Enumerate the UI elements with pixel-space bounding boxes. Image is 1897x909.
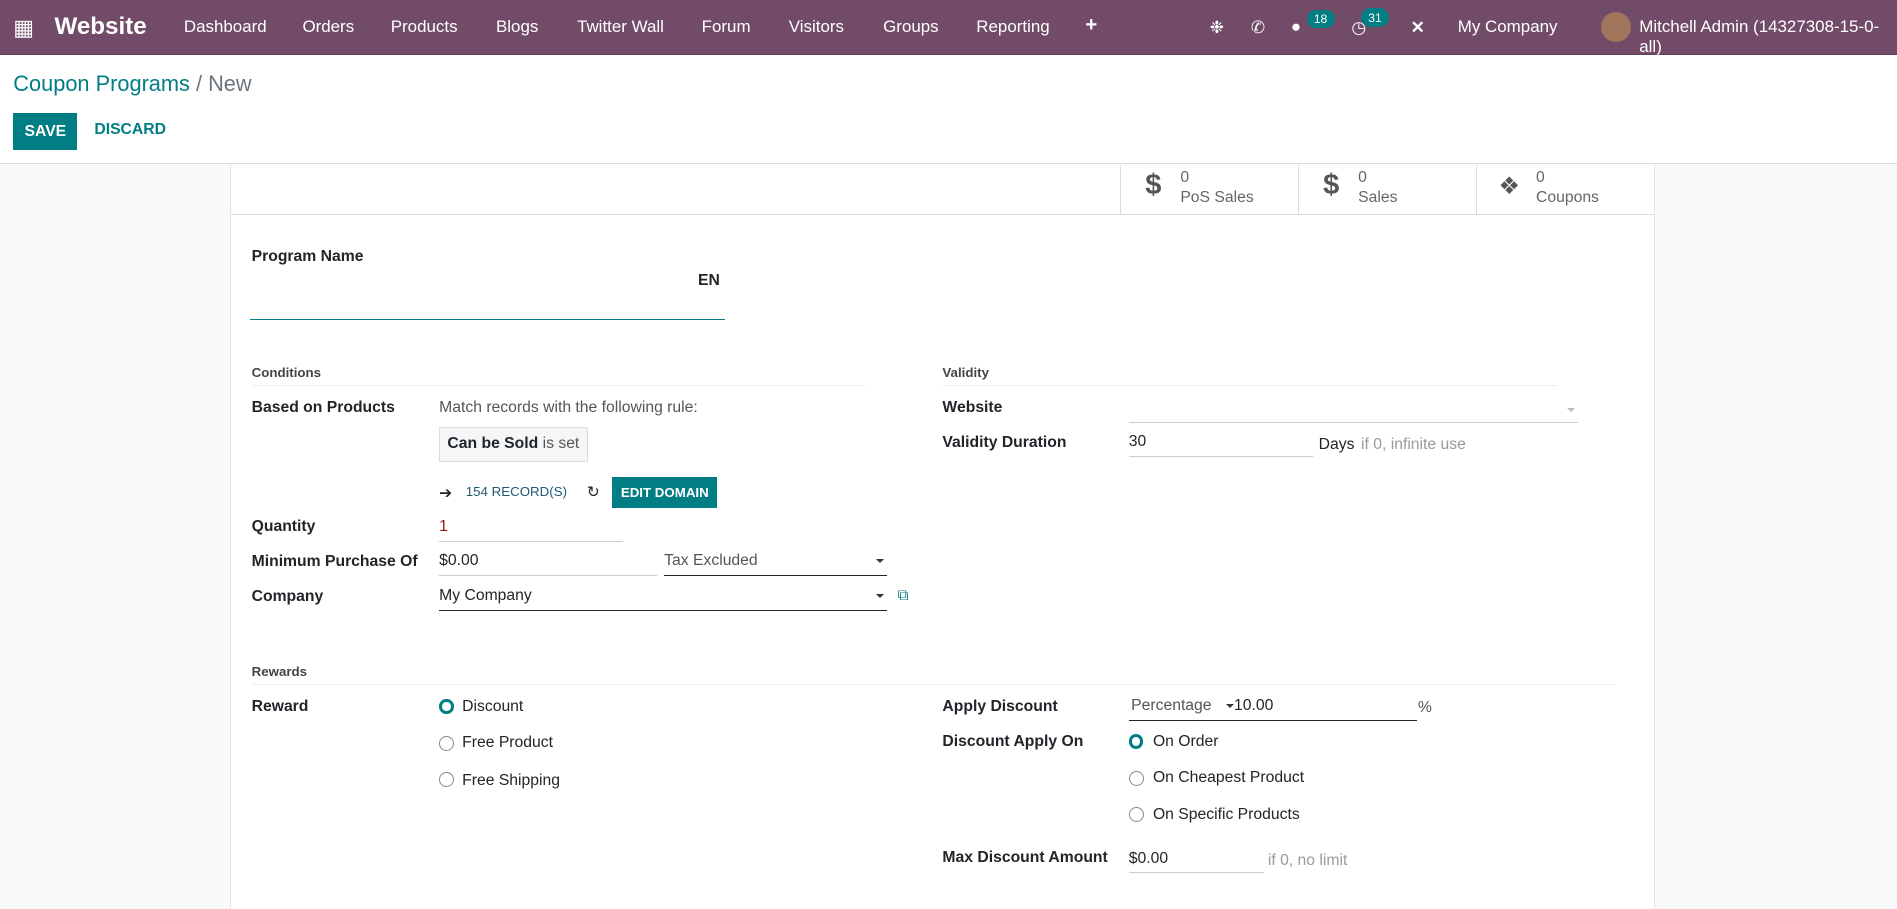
external-link-icon[interactable]: ⧉ xyxy=(898,587,909,605)
company-select[interactable]: My Company xyxy=(439,583,887,611)
stat-sales[interactable]: $ 0 Sales xyxy=(1297,164,1476,215)
validity-heading: Validity xyxy=(942,365,989,381)
stat-coupons[interactable]: ❖ 0 Coupons xyxy=(1475,164,1654,215)
menu-twitter-wall[interactable]: Twitter Wall xyxy=(577,17,664,37)
menu-reporting[interactable]: Reporting xyxy=(976,17,1049,37)
program-name-input[interactable] xyxy=(250,290,725,321)
chevron-down-icon xyxy=(876,593,885,599)
menu-orders[interactable]: Orders xyxy=(302,17,354,37)
domain-rule[interactable]: Can be Sold is set xyxy=(439,427,588,462)
radio-on-cheapest-product[interactable] xyxy=(1128,770,1145,786)
records-link[interactable]: 154 RECORD(S) xyxy=(466,484,567,499)
radio-discount[interactable] xyxy=(439,699,454,714)
max-discount-input[interactable]: $0.00 xyxy=(1128,846,1265,874)
edit-domain-button[interactable]: EDIT DOMAIN xyxy=(612,476,718,509)
dollar-icon: $ xyxy=(1145,169,1162,202)
quantity-input[interactable]: 1 xyxy=(439,514,624,542)
program-name-label: Program Name xyxy=(251,248,364,265)
ticket-icon: ❖ xyxy=(1498,172,1521,200)
website-select[interactable] xyxy=(1128,396,1578,424)
rewards-heading: Rewards xyxy=(251,664,308,680)
radio-on-order[interactable] xyxy=(1128,734,1144,749)
tools-icon[interactable]: ✕ xyxy=(1411,17,1425,38)
menu-blogs[interactable]: Blogs xyxy=(496,17,538,37)
language-button[interactable]: EN xyxy=(698,272,720,290)
refresh-icon[interactable]: ↻ xyxy=(587,482,600,502)
conditions-heading: Conditions xyxy=(251,365,322,381)
breadcrumb-parent[interactable]: Coupon Programs xyxy=(13,71,190,96)
breadcrumb-current: New xyxy=(208,71,252,97)
bug-icon[interactable]: ❉ xyxy=(1210,17,1224,38)
menu-groups[interactable]: Groups xyxy=(883,17,939,37)
avatar[interactable] xyxy=(1600,12,1631,43)
chevron-down-icon xyxy=(1225,704,1234,709)
menu-products[interactable]: Products xyxy=(391,17,458,37)
discount-value-input[interactable]: 10.00 xyxy=(1234,693,1273,720)
arrow-right-icon: ➔ xyxy=(439,484,453,502)
chevron-down-icon xyxy=(1567,407,1576,413)
chevron-down-icon xyxy=(876,558,885,564)
top-navbar: ▦ Website Dashboard Orders Products Blog… xyxy=(0,0,1897,57)
company-switcher[interactable]: My Company xyxy=(1458,17,1558,37)
apps-menu-icon[interactable]: ▦ xyxy=(13,15,34,41)
validity-duration-input[interactable]: 30 xyxy=(1128,429,1313,458)
discard-button[interactable]: DISCARD xyxy=(94,121,166,139)
plus-icon[interactable]: + xyxy=(1085,13,1097,37)
menu-dashboard[interactable]: Dashboard xyxy=(184,17,267,37)
dollar-icon: $ xyxy=(1323,169,1340,202)
menu-visitors[interactable]: Visitors xyxy=(789,17,844,37)
discount-type-select[interactable]: Percentage 10.00 xyxy=(1128,693,1417,721)
breadcrumb: Coupon Programs / New xyxy=(13,71,252,97)
min-purchase-input[interactable]: $0.00 xyxy=(439,548,657,576)
menu-forum[interactable]: Forum xyxy=(702,17,751,37)
activities-badge: 31 xyxy=(1361,8,1389,28)
tax-select[interactable]: Tax Excluded xyxy=(664,548,887,576)
user-menu[interactable]: Mitchell Admin (14327308-15-0-all) xyxy=(1639,17,1897,57)
phone-icon[interactable]: ✆ xyxy=(1251,17,1265,38)
messages-badge: 18 xyxy=(1306,9,1335,29)
app-name[interactable]: Website xyxy=(54,13,146,41)
save-button[interactable]: SAVE xyxy=(13,112,78,150)
chat-icon[interactable]: ● xyxy=(1291,17,1301,37)
stat-pos-sales[interactable]: $ 0 PoS Sales xyxy=(1120,164,1298,215)
